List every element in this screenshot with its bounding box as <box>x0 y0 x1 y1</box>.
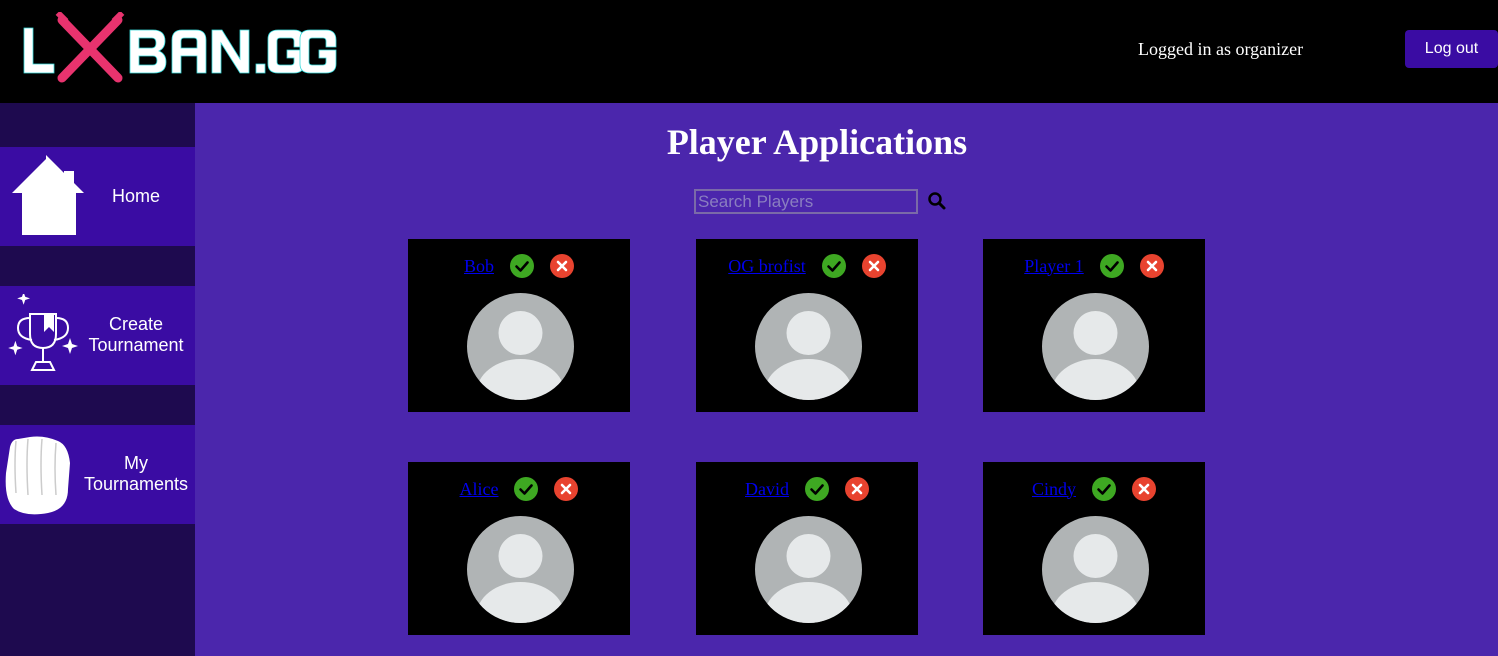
player-card: Bob <box>408 239 630 412</box>
trophy-icon <box>8 294 78 371</box>
player-card-header: Bob <box>408 253 630 279</box>
player-card: David <box>696 462 918 635</box>
reject-x-icon[interactable] <box>554 477 579 501</box>
sidebar-item-label: Create Tournament <box>88 314 184 355</box>
avatar <box>755 293 862 400</box>
lxban-logo[interactable] <box>18 12 338 87</box>
login-status: Logged in as organizer <box>1138 39 1304 59</box>
logout-button[interactable]: Log out <box>1405 30 1498 68</box>
player-name-link[interactable]: Player 1 <box>1024 256 1083 277</box>
reject-x-icon[interactable] <box>1139 254 1164 278</box>
player-name-link[interactable]: David <box>745 479 789 500</box>
avatar <box>1042 516 1149 623</box>
avatar <box>755 516 862 623</box>
player-name-link[interactable]: Alice <box>460 479 499 500</box>
accept-check-icon[interactable] <box>1092 477 1116 501</box>
accept-check-icon[interactable] <box>821 254 846 278</box>
fist-icon <box>5 436 71 515</box>
sidebar-item-label: My Tournaments <box>83 453 189 494</box>
top-bar: Logged in as organizer Log out <box>0 0 1498 103</box>
player-card-header: Alice <box>408 476 630 502</box>
reject-x-icon[interactable] <box>861 254 886 278</box>
player-card-header: OG brofist <box>696 253 918 279</box>
avatar <box>467 516 574 623</box>
player-name-link[interactable]: Cindy <box>1032 479 1076 500</box>
accept-check-icon[interactable] <box>510 254 534 278</box>
player-name-link[interactable]: Bob <box>464 256 494 277</box>
search-icon[interactable] <box>927 191 947 211</box>
player-name-link[interactable]: OG brofist <box>728 256 806 277</box>
player-card: Alice <box>408 462 630 635</box>
player-card-header: Player 1 <box>983 253 1205 279</box>
reject-x-icon[interactable] <box>1132 477 1156 501</box>
sidebar-item-create-tournament[interactable]: Create Tournament <box>0 286 195 385</box>
player-card: Player 1 <box>983 239 1205 412</box>
player-card-header: David <box>696 476 918 502</box>
search-players-input[interactable] <box>694 189 918 214</box>
player-card-header: Cindy <box>983 476 1205 502</box>
home-icon <box>12 155 84 235</box>
avatar <box>467 293 574 400</box>
accept-check-icon[interactable] <box>1099 254 1124 278</box>
player-card: OG brofist <box>696 239 918 412</box>
player-card: Cindy <box>983 462 1205 635</box>
sidebar-item-label: Home <box>111 186 160 206</box>
sidebar-item-home[interactable]: Home <box>0 147 195 246</box>
main-content: Player Applications Bob OG brofist Playe… <box>195 103 1498 656</box>
reject-x-icon[interactable] <box>550 254 574 278</box>
accept-check-icon[interactable] <box>805 477 829 501</box>
accept-check-icon[interactable] <box>514 477 539 501</box>
sidebar: Home Create Tournament My Tournaments <box>0 103 195 656</box>
avatar <box>1042 293 1149 400</box>
sidebar-item-my-tournaments[interactable]: My Tournaments <box>0 425 195 524</box>
reject-x-icon[interactable] <box>845 477 869 501</box>
page-title: Player Applications <box>666 122 968 162</box>
